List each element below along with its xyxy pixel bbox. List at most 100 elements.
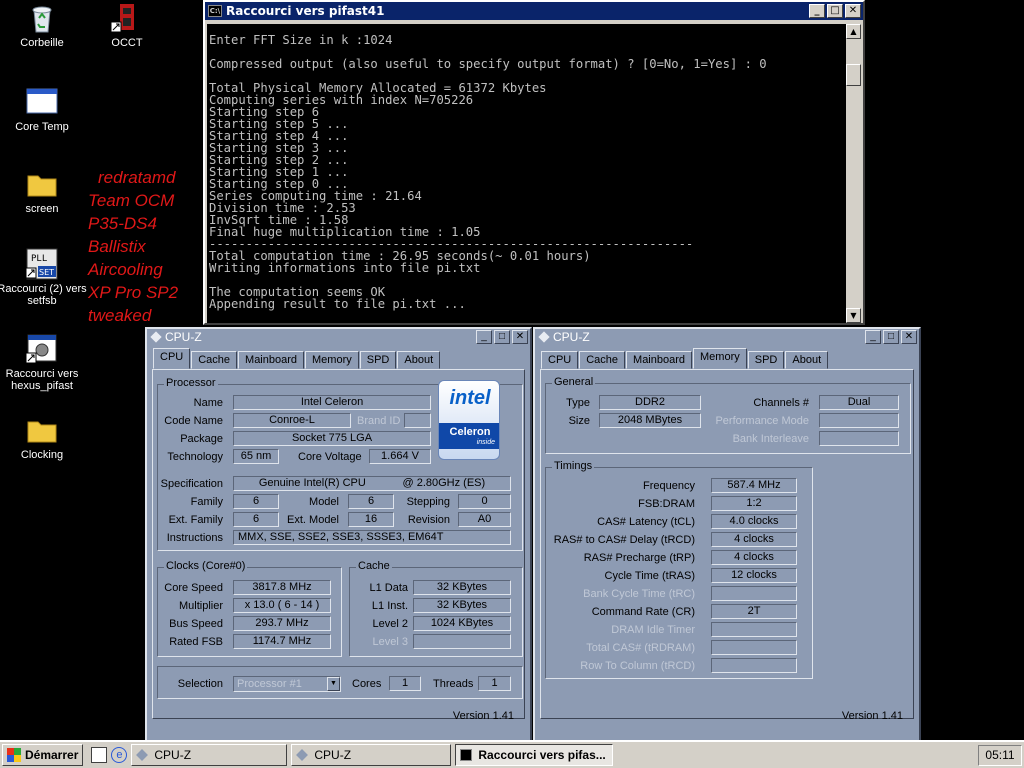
scroll-up-arrow-icon[interactable]: ▲: [846, 24, 861, 39]
maximize-button[interactable]: □: [827, 4, 843, 18]
timing-value: 12 clocks: [711, 568, 797, 583]
maximize-button[interactable]: □: [883, 330, 899, 344]
desktop-icon-occt[interactable]: OCCT: [82, 2, 172, 49]
tab-memory[interactable]: Memory: [693, 348, 747, 369]
codename-value: Conroe-L: [233, 413, 351, 428]
scroll-down-arrow-icon[interactable]: ▼: [846, 308, 861, 323]
tab-about[interactable]: About: [397, 351, 441, 369]
console-line: Enter FFT Size in k :1024: [209, 33, 393, 47]
console-title: Raccourci vers pifast41: [226, 4, 385, 18]
channels-value: Dual: [819, 395, 899, 410]
level2-label: Level 2: [372, 618, 408, 630]
tab-cpu[interactable]: CPU: [153, 348, 191, 369]
name-value: Intel Celeron: [233, 395, 431, 410]
console-line: Compressed output (also useful to specif…: [209, 57, 767, 71]
processor-select-value: Processor #1: [237, 678, 302, 690]
overlay-red-text: redratamd Team OCM P35-DS4 Ballistix Air…: [88, 166, 178, 327]
spec-value: Genuine Intel(R) CPU @ 2.80GHz (ES): [233, 476, 511, 491]
show-desktop-icon[interactable]: [91, 747, 108, 763]
red-text-line: Team OCM: [88, 191, 175, 210]
processor-select[interactable]: Processor #1 ▼: [233, 676, 341, 692]
size-value: 2048 MBytes: [599, 413, 701, 428]
ratedfsb-value: 1174.7 MHz: [233, 634, 331, 649]
console-line: Appending result to file pi.txt ...: [209, 297, 466, 311]
cpuz-tabs: CPU Cache Mainboard Memory SPD About: [541, 348, 829, 369]
folder-icon: [26, 414, 58, 446]
desktop-icon-label: Corbeille: [20, 37, 64, 49]
minimize-button[interactable]: _: [476, 330, 492, 344]
l1inst-label: L1 Inst.: [371, 600, 408, 612]
desktop-icon-clocking[interactable]: Clocking: [0, 414, 87, 461]
busspeed-value: 293.7 MHz: [233, 616, 331, 631]
busspeed-label: Bus Speed: [169, 618, 223, 630]
close-button[interactable]: ✕: [901, 330, 917, 344]
desktop-icon-setfsb[interactable]: PLL SET Raccourci (2) vers setfsb: [0, 248, 87, 307]
tab-mainboard[interactable]: Mainboard: [626, 351, 693, 369]
desktop-icon-pifast[interactable]: Raccourci vers hexus_pifast: [0, 333, 87, 392]
timing-value: [711, 658, 797, 673]
system-tray-clock[interactable]: 05:11: [978, 745, 1022, 766]
minimize-button[interactable]: _: [809, 4, 825, 18]
cpuz-tabs: CPU Cache Mainboard Memory SPD About: [153, 348, 441, 369]
tab-cache[interactable]: Cache: [191, 351, 238, 369]
taskbar: Démarrer e CPU-Z CPU-Z Raccourci vers pi…: [0, 740, 1024, 768]
selection-label: Selection: [177, 678, 223, 690]
internet-explorer-icon[interactable]: e: [111, 747, 128, 763]
minimize-button[interactable]: _: [865, 330, 881, 344]
taskbar-item-pifast[interactable]: Raccourci vers pifas...: [455, 744, 614, 766]
taskbar-item-label: Raccourci vers pifas...: [478, 748, 606, 762]
group-title: Cache: [356, 560, 392, 572]
tab-spd[interactable]: SPD: [747, 351, 785, 369]
stepping-value: 0: [458, 494, 511, 509]
timing-label: Total CAS# (tRDRAM): [586, 642, 695, 654]
timing-value: 587.4 MHz: [711, 478, 797, 493]
chevron-down-icon[interactable]: ▼: [327, 677, 340, 691]
taskbar-item-label: CPU-Z: [314, 748, 352, 762]
desktop-icon-screen[interactable]: screen: [0, 168, 87, 215]
tab-mainboard[interactable]: Mainboard: [238, 351, 305, 369]
tab-about[interactable]: About: [785, 351, 829, 369]
type-label: Type: [566, 397, 590, 409]
taskbar-item-cpuz-1[interactable]: CPU-Z: [131, 744, 288, 766]
spec-label: Specification: [160, 478, 223, 490]
revision-value: A0: [458, 512, 511, 527]
scroll-thumb[interactable]: [846, 64, 861, 86]
instructions-label: Instructions: [166, 532, 223, 544]
threads-value: 1: [478, 676, 511, 691]
close-button[interactable]: ✕: [512, 330, 528, 344]
red-text-line: XP Pro SP2: [88, 283, 179, 302]
tab-memory[interactable]: Memory: [305, 351, 359, 369]
group-title: Clocks (Core#0): [164, 560, 248, 572]
size-label: Size: [568, 415, 590, 427]
group-title: General: [552, 376, 596, 388]
tab-cache[interactable]: Cache: [579, 351, 626, 369]
perfmode-value: [819, 413, 899, 428]
timing-value: [711, 622, 797, 637]
corespeed-value: 3817.8 MHz: [233, 580, 331, 595]
brandid-value: [404, 413, 431, 428]
tab-cpu[interactable]: CPU: [541, 351, 579, 369]
cpuz-diamond-icon: [296, 749, 309, 761]
tab-spd[interactable]: SPD: [359, 351, 397, 369]
timing-label: Row To Column (tRCD): [580, 660, 695, 672]
console-scrollbar[interactable]: ▲ ▼: [846, 24, 861, 323]
stepping-label: Stepping: [406, 496, 450, 508]
timing-value: 4 clocks: [711, 532, 797, 547]
timing-label: FSB:DRAM: [638, 498, 695, 510]
maximize-button[interactable]: □: [494, 330, 510, 344]
close-button[interactable]: ✕: [845, 4, 861, 18]
windows-logo-icon: [7, 748, 21, 762]
technology-label: Technology: [167, 451, 223, 463]
multiplier-label: Multiplier: [178, 600, 223, 612]
cores-value: 1: [389, 676, 421, 691]
cpuz-titlebar[interactable]: CPU-Z _ □ ✕: [147, 329, 530, 345]
console-titlebar[interactable]: C:\ Raccourci vers pifast41 _ □ ✕: [205, 2, 863, 20]
timing-label: RAS# to CAS# Delay (tRCD): [553, 534, 695, 546]
cpuz-title: CPU-Z: [165, 330, 202, 344]
desktop-icon-core-temp[interactable]: Core Temp: [0, 86, 87, 133]
taskbar-item-cpuz-2[interactable]: CPU-Z: [291, 744, 452, 766]
start-button[interactable]: Démarrer: [2, 744, 84, 766]
desktop-icon-corbeille[interactable]: Corbeille: [0, 2, 87, 49]
cpuz-titlebar[interactable]: CPU-Z _ □ ✕: [535, 329, 919, 345]
cores-label: Cores: [352, 678, 382, 690]
